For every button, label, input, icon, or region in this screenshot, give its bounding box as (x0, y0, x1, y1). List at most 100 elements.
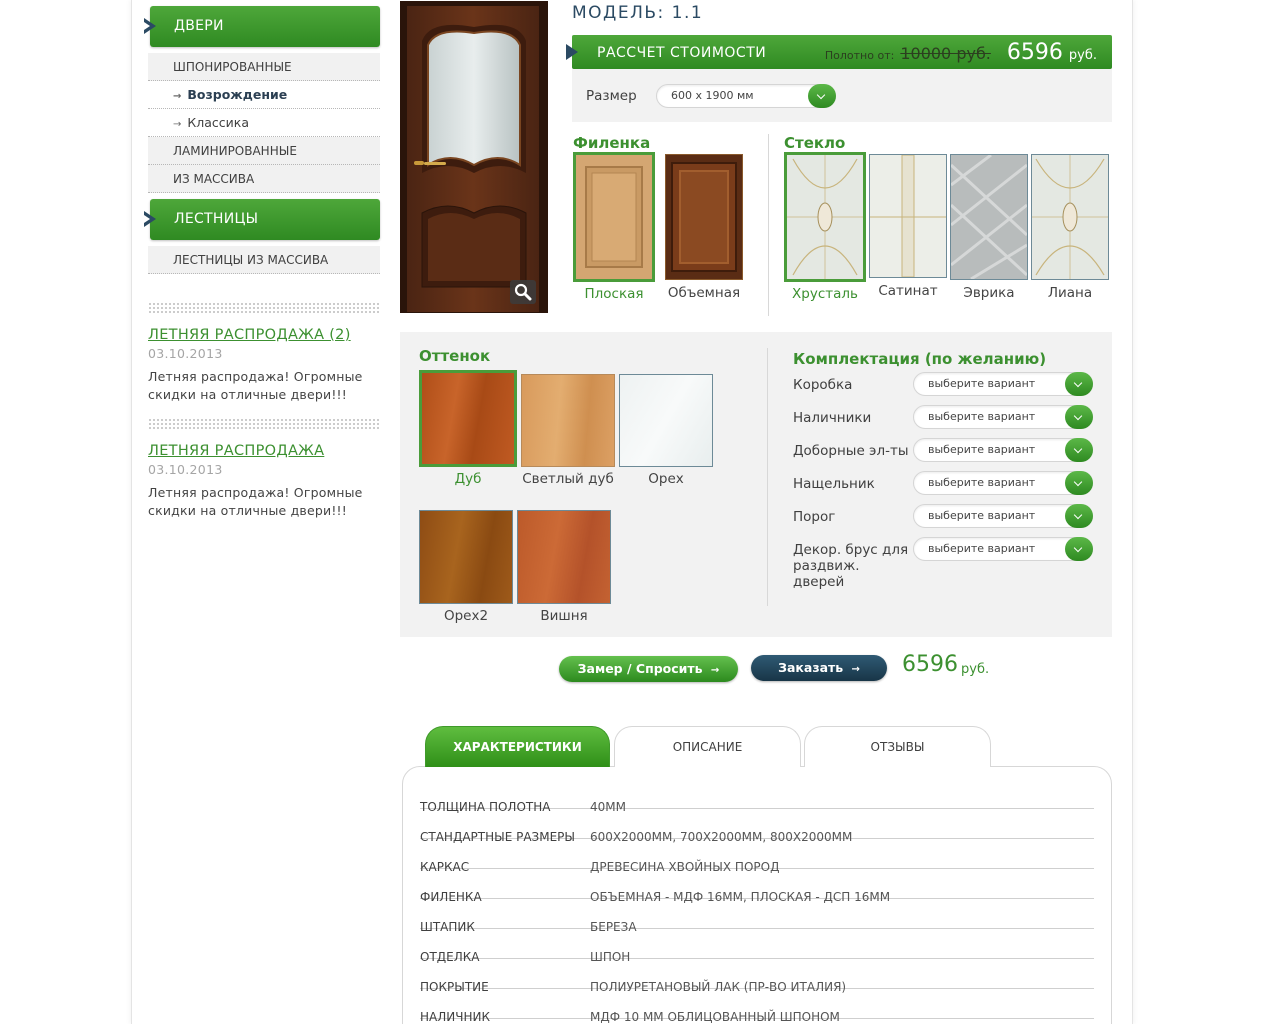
shade-option-light-oak[interactable] (521, 374, 615, 467)
total-currency: руб. (961, 662, 990, 677)
tab-description[interactable]: ОПИСАНИЕ (614, 726, 801, 767)
sidebar-item-solid-wood[interactable]: ИЗ МАССИВА (148, 165, 380, 193)
glass-title: Стекло (784, 134, 846, 152)
arrow-right-icon: → (173, 91, 182, 102)
news-separator (148, 418, 380, 430)
price-block: Полотно от: 10000 руб. 6596 руб. (825, 35, 1097, 69)
news-date: 03.10.2013 (148, 462, 223, 477)
sidebar-item-klassika[interactable]: → Классика (148, 109, 380, 137)
shade-option-label: Вишня (540, 608, 588, 624)
glass-option-crystal[interactable] (784, 152, 866, 282)
spec-row: ФИЛЕНКА объемная - МДФ 16мм, плоская - ДС… (420, 869, 1094, 904)
chevron-down-icon[interactable] (1065, 537, 1093, 561)
flag-icon (144, 211, 156, 227)
total-price: 6596 (902, 652, 958, 677)
chevron-down-icon[interactable] (1065, 471, 1093, 495)
size-row: Размер 600 x 1900 мм (586, 84, 836, 108)
sidebar-item-label: Возрождение (187, 87, 288, 102)
chevron-down-icon[interactable] (1065, 405, 1093, 429)
glass-option-liana[interactable] (1031, 154, 1109, 280)
kit-select[interactable]: выберите вариант (913, 438, 1093, 462)
shade-option-cherry[interactable] (517, 510, 611, 604)
sidebar-item-solid-stairs[interactable]: ЛЕСТНИЦЫ ИЗ МАССИВА (148, 246, 380, 274)
select-placeholder: выберите вариант (928, 509, 1036, 522)
price-calculator: РАССЧЕТ СТОИМОСТИ Полотно от: 10000 руб.… (566, 35, 1112, 122)
category-doors[interactable]: ДВЕРИ (144, 6, 380, 47)
calc-header: РАССЧЕТ СТОИМОСТИ Полотно от: 10000 руб.… (566, 35, 1112, 69)
category-stairs[interactable]: ЛЕСТНИЦЫ (144, 199, 380, 240)
news-item: ЛЕТНЯЯ РАСПРОДАЖА (2) 03.10.2013 Летняя … (148, 327, 380, 404)
sidebar-item-veneered[interactable]: ШПОНИРОВАННЫЕ (148, 53, 380, 81)
shade-option-walnut2[interactable] (419, 510, 513, 604)
tab-characteristics[interactable]: ХАРАКТЕРИСТИКИ (425, 726, 610, 767)
kit-label: Коробка (793, 377, 853, 393)
flag-icon (144, 18, 156, 34)
sidebar-item-label: Классика (187, 115, 249, 130)
sidebar-item-laminated[interactable]: ЛАМИНИРОВАННЫЕ (148, 137, 380, 165)
select-placeholder: выберите вариант (928, 476, 1036, 489)
kit-row-strip: Нащельник выберите вариант (793, 471, 1093, 495)
select-placeholder: выберите вариант (928, 542, 1036, 555)
kit-select[interactable]: выберите вариант (913, 537, 1093, 561)
panel-option-volume[interactable] (665, 154, 743, 280)
category-stairs-label: ЛЕСТНИЦЫ (174, 211, 259, 227)
news-title-link[interactable]: ЛЕТНЯЯ РАСПРОДАЖА (148, 443, 380, 459)
shade-title: Оттенок (419, 347, 491, 365)
kit-row-extension: Доборные эл-ты выберите вариант (793, 438, 1093, 462)
category-doors-label: ДВЕРИ (174, 18, 224, 34)
magnifier-icon (514, 283, 532, 301)
evrika-glass-swatch (949, 153, 1029, 281)
panel-option-label: Объемная (667, 285, 741, 301)
measure-button[interactable]: Замер / Спросить → (559, 656, 738, 682)
spec-key: НАЛИЧНИК (420, 1010, 490, 1024)
shade-option-walnut[interactable] (619, 374, 713, 467)
sidebar-item-vozrozhdenie[interactable]: → Возрождение (148, 81, 380, 109)
page-title: МОДЕЛЬ: 1.1 (572, 3, 704, 23)
size-select[interactable]: 600 x 1900 мм (656, 84, 836, 108)
product-image[interactable] (400, 1, 548, 313)
panel-option-flat[interactable] (573, 152, 655, 282)
kit-row-box: Коробка выберите вариант (793, 372, 1093, 396)
news-title-link[interactable]: ЛЕТНЯЯ РАСПРОДАЖА (2) (148, 327, 380, 343)
glass-option-label: Лиана (1047, 285, 1093, 301)
arrow-right-icon: → (710, 665, 720, 676)
kit-select[interactable]: выберите вариант (913, 372, 1093, 396)
news-item: ЛЕТНЯЯ РАСПРОДАЖА 03.10.2013 Летняя расп… (148, 443, 380, 520)
shade-option-label: Орех (648, 471, 684, 487)
order-button-label: Заказать (778, 660, 844, 675)
kit-select[interactable]: выберите вариант (913, 504, 1093, 528)
sidebar-item-label: ЛАМИНИРОВАННЫЕ (173, 144, 297, 158)
sidebar-item-label: ШПОНИРОВАННЫЕ (173, 60, 292, 74)
spec-row: ПОКРЫТИЕ полиуретановый лак (пр-во Италия… (420, 959, 1094, 994)
price-from-label: Полотно от: (824, 49, 895, 62)
glass-option-satinat[interactable] (869, 154, 947, 278)
chevron-down-icon[interactable] (1065, 372, 1093, 396)
kit-select[interactable]: выберите вариант (913, 405, 1093, 429)
kit-row-threshold: Порог выберите вариант (793, 504, 1093, 528)
liana-glass-swatch (1032, 155, 1108, 279)
spec-row: ТОЛЩИНА ПОЛОТНА 40мм (420, 779, 1094, 814)
kit-label: Доборные эл-ты (793, 443, 909, 459)
panel-option-label: Плоская (584, 286, 644, 302)
sidebar-item-label: ИЗ МАССИВА (173, 172, 255, 186)
kit-row-casing: Наличники выберите вариант (793, 405, 1093, 429)
spec-row: ОТДЕЛКА шпон (420, 929, 1094, 964)
shade-option-label: Орех2 (443, 608, 489, 624)
spec-row: НАЛИЧНИК МДФ 10 мм облицованный шпоном (420, 989, 1094, 1024)
glass-option-label: Сатинат (878, 283, 938, 299)
zoom-button[interactable] (510, 280, 536, 304)
kit-select[interactable]: выберите вариант (913, 471, 1093, 495)
order-button[interactable]: Заказать → (751, 655, 887, 681)
shade-option-oak[interactable] (419, 370, 517, 467)
spec-row: ШТАПИК береза (420, 899, 1094, 934)
glass-option-evrika[interactable] (949, 153, 1029, 281)
shade-option-label: Светлый дуб (522, 471, 614, 487)
chevron-down-icon[interactable] (808, 84, 836, 108)
calc-title: РАССЧЕТ СТОИМОСТИ (597, 45, 767, 61)
kit-label: Декор. брус для раздвиж. дверей (793, 542, 909, 590)
chevron-down-icon[interactable] (1065, 438, 1093, 462)
chevron-down-icon[interactable] (1065, 504, 1093, 528)
tab-reviews[interactable]: ОТЗЫВЫ (804, 726, 991, 767)
spec-value: МДФ 10 мм облицованный шпоном (590, 1010, 840, 1024)
shade-option-label: Дуб (454, 471, 482, 487)
